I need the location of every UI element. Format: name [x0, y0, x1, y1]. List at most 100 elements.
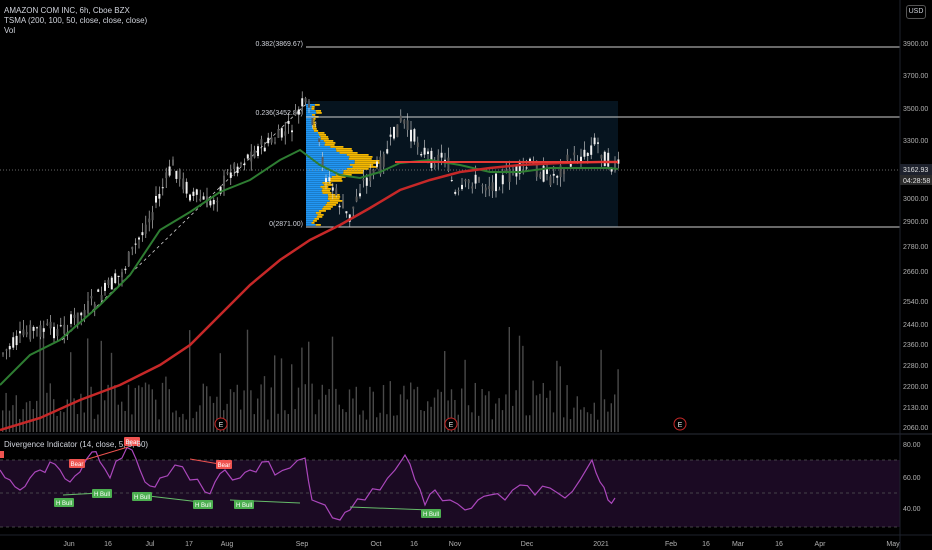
volume-bar: [580, 409, 582, 432]
candle-body: [165, 172, 168, 179]
earnings-marker[interactable]: E: [444, 417, 458, 431]
earnings-marker[interactable]: E: [214, 417, 228, 431]
profile-bar-volume-down: [315, 110, 322, 112]
svg-text:E: E: [219, 422, 224, 429]
symbol-title[interactable]: AMAZON COM INC, 6h, Cboe BZX: [4, 6, 147, 16]
price-tick: 2440.00: [903, 322, 928, 329]
volume-bar: [495, 403, 497, 432]
profile-bar-volume-up: [306, 136, 321, 138]
candle-body: [304, 98, 307, 103]
volume-bar: [529, 415, 531, 432]
candle-body: [223, 175, 225, 187]
volume-bar: [114, 385, 116, 432]
candle-body: [56, 328, 59, 337]
volume-bar: [440, 391, 442, 432]
profile-bar-volume-up: [306, 190, 322, 192]
volume-bar: [76, 414, 79, 432]
profile-bar-volume-up: [306, 198, 328, 200]
volume-bar: [420, 410, 422, 432]
volume-bar: [226, 403, 228, 432]
volume-bar: [549, 390, 551, 432]
volume-bar: [461, 388, 463, 432]
volume-bar: [505, 394, 507, 432]
chart-legend: AMAZON COM INC, 6h, Cboe BZX TSMA (200, …: [4, 6, 147, 36]
volume-bar: [399, 394, 402, 432]
candle-body: [151, 212, 154, 221]
candle-body: [87, 300, 89, 313]
candle-body: [525, 167, 528, 169]
candle-body: [175, 170, 178, 179]
volume-indicator-label[interactable]: Vol: [4, 26, 147, 36]
volume-bar: [124, 410, 126, 432]
price-tick: 3300.00: [903, 138, 928, 145]
profile-bar-volume-up: [306, 208, 323, 210]
volume-bar: [260, 384, 262, 432]
fib-label-0382: 0.382(3869.67): [256, 41, 303, 48]
volume-bar: [539, 393, 541, 432]
profile-bar-volume-up: [306, 146, 331, 148]
candle-body: [70, 314, 72, 324]
time-tick: Apr: [815, 541, 827, 548]
volume-bar: [199, 405, 201, 432]
bull-label: H Bull: [234, 500, 254, 509]
candle-body: [32, 326, 35, 331]
candle-body: [284, 131, 287, 136]
time-tick: 16: [104, 541, 112, 548]
volume-bar: [556, 360, 558, 432]
volume-bar: [134, 387, 136, 432]
candle-body: [195, 189, 198, 195]
profile-bar-volume-down: [314, 104, 320, 106]
profile-bar-volume-up: [306, 128, 314, 130]
volume-bar: [5, 392, 7, 432]
candle-body: [53, 326, 55, 339]
candle-body: [260, 139, 263, 145]
candle-body: [280, 128, 283, 138]
volume-bar: [161, 382, 164, 432]
profile-bar-volume-up: [306, 132, 319, 134]
candle-body: [59, 325, 62, 327]
candle-body: [603, 151, 606, 167]
candle-body: [294, 110, 297, 116]
profile-bar-volume-down: [323, 140, 334, 142]
candle-body: [420, 154, 423, 156]
price-tick: 3700.00: [903, 73, 928, 80]
profile-bar-volume-down: [348, 158, 372, 160]
volume-bar: [569, 419, 572, 432]
volume-bar: [488, 391, 490, 432]
price-tick: 2200.00: [903, 384, 928, 391]
volume-bar: [467, 405, 470, 432]
volume-bar: [484, 395, 487, 432]
candle-body: [263, 147, 266, 152]
svg-text:H Bull: H Bull: [134, 495, 150, 501]
volume-bar: [386, 414, 388, 432]
candle-body: [257, 146, 259, 156]
candle-body: [107, 279, 110, 286]
candle-body: [270, 137, 273, 143]
chart-canvas[interactable]: 0.382(3869.67) 0.236(3452.86) 0(2871.00)…: [0, 0, 932, 550]
volume-bar: [294, 409, 296, 432]
candle-body: [93, 304, 96, 308]
currency-button[interactable]: USD: [906, 5, 926, 19]
candle-body: [481, 185, 484, 187]
volume-bar: [348, 389, 351, 432]
candle-body: [382, 154, 385, 167]
profile-bar-volume-down: [324, 144, 335, 146]
volume-bar: [263, 376, 266, 432]
candle-body: [212, 199, 215, 205]
volume-bar: [277, 413, 279, 432]
candle-body: [484, 187, 487, 191]
bear-label: Bear: [216, 460, 232, 469]
oscillator-title[interactable]: Divergence Indicator (14, close, 5, 5, 6…: [4, 440, 148, 449]
earnings-marker[interactable]: E: [673, 417, 687, 431]
candle-body: [321, 156, 324, 166]
profile-bar-volume-down: [320, 186, 329, 188]
candle-body: [121, 272, 123, 278]
volume-bar: [403, 385, 405, 432]
volume-bar: [416, 386, 419, 432]
candle-body: [229, 172, 232, 178]
profile-bar-volume-down: [316, 216, 323, 218]
tsma-indicator-label[interactable]: TSMA (200, 100, 50, close, close, close): [4, 16, 147, 26]
candle-body: [331, 187, 334, 191]
current-price-label: 3162.93: [903, 167, 928, 174]
svg-text:H Bull: H Bull: [195, 503, 211, 509]
